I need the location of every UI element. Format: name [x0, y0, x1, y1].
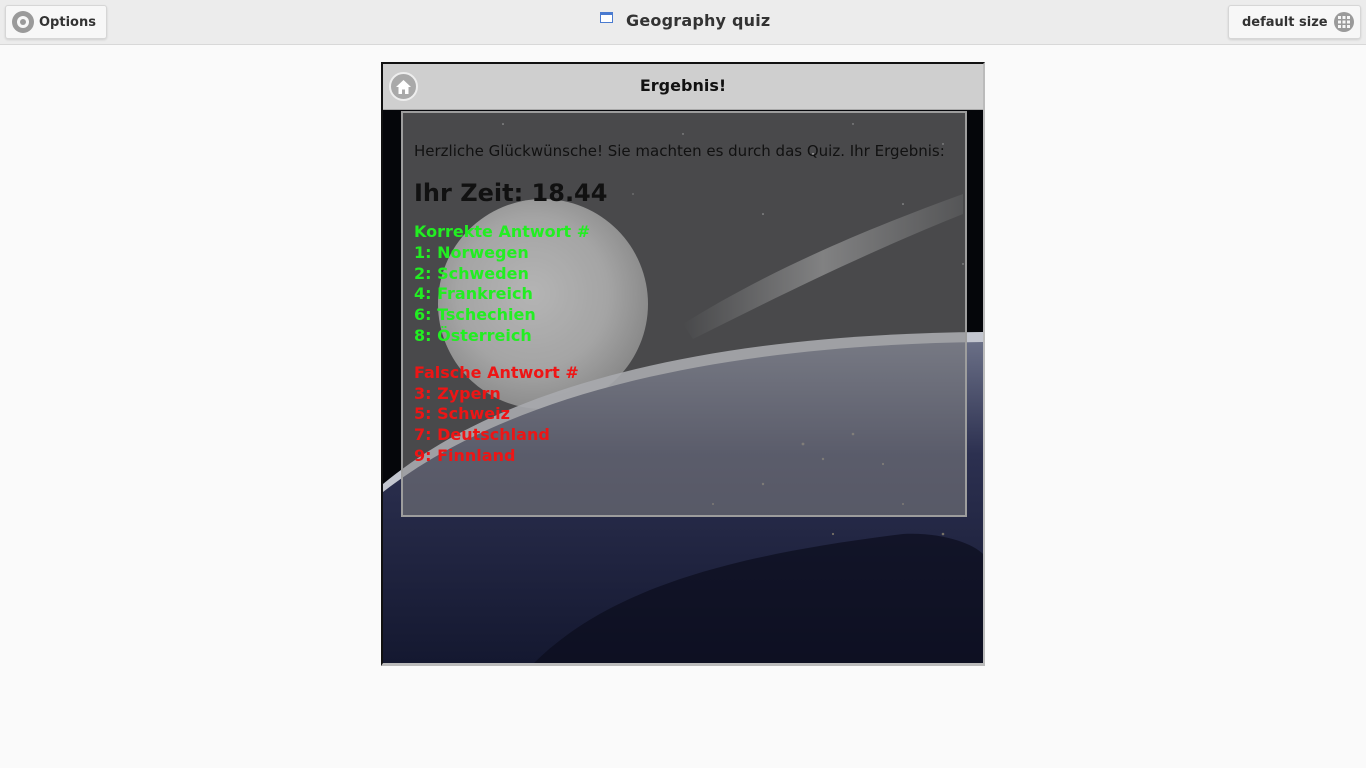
- list-item: 2: Schweden: [414, 263, 529, 283]
- default-size-label: default size: [1242, 14, 1328, 30]
- window-icon: [600, 12, 613, 23]
- result-panel: Herzliche Glückwünsche! Sie machten es d…: [401, 111, 967, 517]
- list-item: 3: Zypern: [414, 383, 501, 403]
- list-item: 4: Frankreich: [414, 284, 533, 304]
- window-title: Geography quiz: [600, 11, 770, 30]
- gear-icon: [12, 11, 34, 33]
- result-intro: Herzliche Glückwünsche! Sie machten es d…: [414, 142, 945, 160]
- list-item: 7: Deutschland: [414, 425, 550, 445]
- grid-icon: [1333, 12, 1354, 32]
- home-icon: [396, 79, 411, 94]
- list-item: 5: Schweiz: [414, 404, 510, 424]
- options-button[interactable]: Options: [5, 5, 107, 39]
- window-title-text: Geography quiz: [626, 11, 771, 30]
- result-time: Ihr Zeit: 18.44: [414, 179, 608, 207]
- list-item: 1: Norwegen: [414, 242, 529, 262]
- correct-answers: Korrekte Antwort # 1: Norwegen 2: Schwed…: [414, 222, 955, 347]
- list-item: 6: Tschechien: [414, 305, 536, 325]
- default-size-button[interactable]: default size: [1228, 5, 1361, 39]
- correct-heading: Korrekte Antwort #: [414, 222, 591, 241]
- options-label: Options: [39, 14, 96, 30]
- result-header: Ergebnis!: [383, 64, 983, 110]
- list-item: 9: Finnland: [414, 445, 516, 465]
- top-bar: Options Geography quiz default size: [0, 0, 1366, 45]
- home-button[interactable]: [389, 72, 418, 101]
- quiz-app: Ergebnis! Herzliche Glückwünsche! Sie ma…: [381, 62, 985, 666]
- wrong-heading: Falsche Antwort #: [414, 362, 579, 382]
- wrong-answers: Falsche Antwort # 3: Zypern 5: Schweiz 7…: [414, 363, 955, 467]
- list-item: 8: Österreich: [414, 325, 532, 345]
- result-title: Ergebnis!: [639, 76, 727, 95]
